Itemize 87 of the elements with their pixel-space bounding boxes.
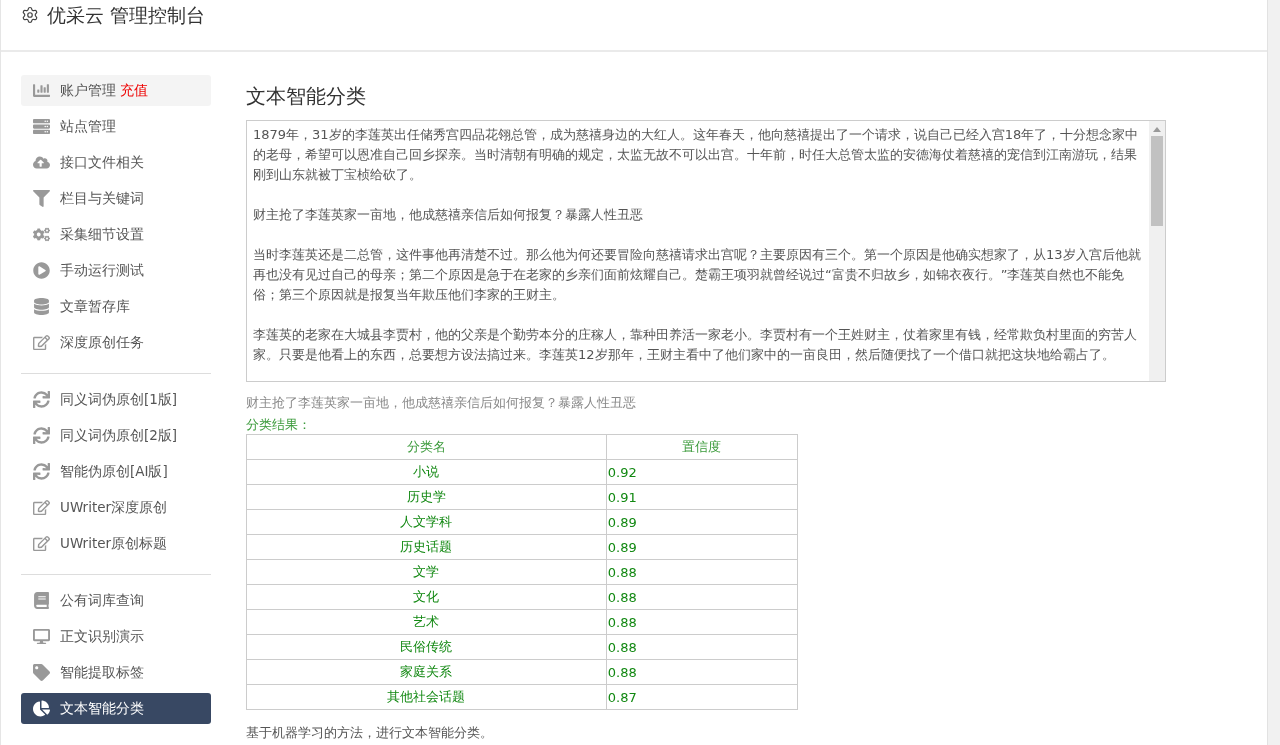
table-cell: 0.88 (606, 634, 798, 660)
sidebar-item[interactable]: 文章暂存库 (21, 291, 211, 322)
table-cell: 人文学科 (246, 509, 607, 535)
sidebar-item[interactable]: 同义词伪原创[2版] (21, 420, 211, 451)
sidebar-item[interactable]: 智能伪原创[AI版] (21, 456, 211, 487)
sidebar-item-label: UWriter原创标题 (60, 534, 168, 553)
refresh-icon (33, 427, 50, 444)
table-cell: 0.88 (606, 559, 798, 585)
table-cell: 0.88 (606, 609, 798, 635)
sidebar-item-label: 深度原创任务 (60, 333, 144, 352)
sidebar-item[interactable]: 正文识别演示 (21, 621, 211, 652)
table-cell: 小说 (246, 459, 607, 485)
sidebar-item-label: 智能提取标签 (60, 663, 144, 682)
sidebar-item-label: 账户管理 (60, 81, 116, 100)
edit-icon (33, 535, 50, 552)
paragraph: 李莲英的老家在大城县李贾村，他的父亲是个勤劳本分的庄稼人，靠种田养活一家老小。李贾村有一个王姓财主，仗着家里有钱，经常欺负村里面的穷苦人家。只要是他看上的东西，总要想方设法搞过来。李莲英12岁那年，王财主看中了他们家中的一亩良田，然后随便找了一个借口就把这块地给霸占了。 (253, 326, 1138, 364)
recharge-link[interactable]: 充值 (120, 81, 148, 100)
description-text: 基于机器学习的方法，进行文本智能分类。 (246, 724, 494, 742)
monitor-icon (33, 628, 50, 645)
sidebar-item-label: 智能伪原创[AI版] (60, 462, 168, 481)
table-cell: 艺术 (246, 609, 607, 635)
table-cell: 0.89 (606, 534, 798, 560)
sidebar-item-label: 文章暂存库 (60, 297, 130, 316)
sidebar-item-label: 接口文件相关 (60, 153, 144, 172)
paragraph: 当时李莲英还是二总管，这件事他再清楚不过。那么他为何还要冒险向慈禧请求出宫呢？主要原因有三个。第一个原因是他确实想家了，从13岁入宫后他就再也没有见过自己的母亲；第二个原因是急于在老家的乡亲们面前炫耀自己。楚霸王项羽就曾经说过“富贵不归故乡，如锦衣夜行。”李莲英自然也不能免俗；第三个原因就是报复当年欺压他们李家的王财主。 (253, 246, 1142, 304)
sidebar-item[interactable]: 公有词库查询 (21, 585, 211, 616)
table-cell: 0.91 (606, 484, 798, 510)
table-cell: 0.89 (606, 509, 798, 535)
sidebar-item[interactable]: 账户管理 充值 (21, 75, 211, 106)
sidebar-item[interactable]: 采集细节设置 (21, 219, 211, 250)
sidebar-item-label: 采集细节设置 (60, 225, 144, 244)
sidebar-item[interactable]: 智能提取标签 (21, 657, 211, 688)
table-cell: 历史话题 (246, 534, 607, 560)
app-title: 优采云 管理控制台 (47, 4, 206, 26)
book-icon (33, 592, 50, 609)
scrollbar[interactable] (1149, 121, 1165, 381)
edit-icon (33, 334, 50, 351)
cloud-upload-icon (33, 154, 50, 171)
sidebar-item-label: 栏目与关键词 (60, 189, 144, 208)
sidebar-item[interactable]: 同义词伪原创[1版] (21, 384, 211, 415)
sidebar-item[interactable]: 手动运行测试 (21, 255, 211, 286)
refresh-icon (33, 391, 50, 408)
result-label: 分类结果： (246, 416, 312, 434)
table-cell: 家庭关系 (246, 659, 607, 685)
sidebar-item[interactable]: 深度原创任务 (21, 327, 211, 358)
paragraph: 1879年，31岁的李莲英出任储秀宫四品花翎总管，成为慈禧身边的大红人。这年春天，他向慈禧提出了一个请求，说自己已经入宫18年了，十分想念家中的老母，希望可以恩准自己回乡探亲。当时清朝有明确的规定，太监无故不可以出宫。十年前，时任大总管太监的安德海仗着慈禧的宠信到江南游玩，结果刚到山东就被丁宝桢给砍了。 (253, 126, 1140, 184)
table-cell: 文化 (246, 584, 607, 610)
sidebar-item-label: 文本智能分类 (60, 699, 144, 718)
sidebar-item-label: 手动运行测试 (60, 261, 144, 280)
server-icon (33, 118, 50, 135)
sidebar-item[interactable]: UWriter原创标题 (21, 528, 211, 559)
edit-icon (33, 499, 50, 516)
column-header: 置信度 (606, 434, 798, 460)
sidebar-item-label: 站点管理 (60, 117, 116, 136)
settings-icon (21, 6, 39, 24)
column-header: 分类名 (246, 434, 607, 460)
table-cell: 历史学 (246, 484, 607, 510)
sidebar-item-label: 同义词伪原创[1版] (60, 390, 178, 409)
sidebar-item[interactable]: 文本智能分类 (21, 693, 211, 724)
page-title: 文本智能分类 (246, 83, 367, 110)
table-cell: 文学 (246, 559, 607, 585)
tag-icon (33, 664, 50, 681)
sidebar-item-label: 公有词库查询 (60, 591, 144, 610)
database-icon (33, 298, 50, 315)
sidebar-item-label: 同义词伪原创[2版] (60, 426, 178, 445)
table-cell: 0.88 (606, 584, 798, 610)
table-cell: 0.87 (606, 684, 798, 710)
sidebar-item-label: 正文识别演示 (60, 627, 144, 646)
table-cell: 0.92 (606, 459, 798, 485)
pie-chart-icon (33, 700, 50, 717)
play-icon (33, 262, 50, 279)
sidebar-item-label: UWriter深度原创 (60, 498, 168, 517)
sidebar-item[interactable]: UWriter深度原创 (21, 492, 211, 523)
sidebar-item[interactable]: 站点管理 (21, 111, 211, 142)
sidebar-item[interactable]: 接口文件相关 (21, 147, 211, 178)
gears-icon (33, 226, 50, 243)
filter-icon (33, 190, 50, 207)
table-cell: 0.88 (606, 659, 798, 685)
article-title: 财主抢了李莲英家一亩地，他成慈禧亲信后如何报复？暴露人性丑恶 (246, 394, 637, 412)
refresh-icon (33, 463, 50, 480)
table-cell: 民俗传统 (246, 634, 607, 660)
bar-chart-icon (33, 82, 50, 99)
text-input-area[interactable] (246, 120, 1166, 382)
paragraph: 财主抢了李莲英家一亩地，他成慈禧亲信后如何报复？暴露人性丑恶 (253, 206, 644, 224)
table-cell: 其他社会话题 (246, 684, 607, 710)
page-scrollbar[interactable] (1267, 0, 1280, 745)
sidebar-item[interactable]: 栏目与关键词 (21, 183, 211, 214)
